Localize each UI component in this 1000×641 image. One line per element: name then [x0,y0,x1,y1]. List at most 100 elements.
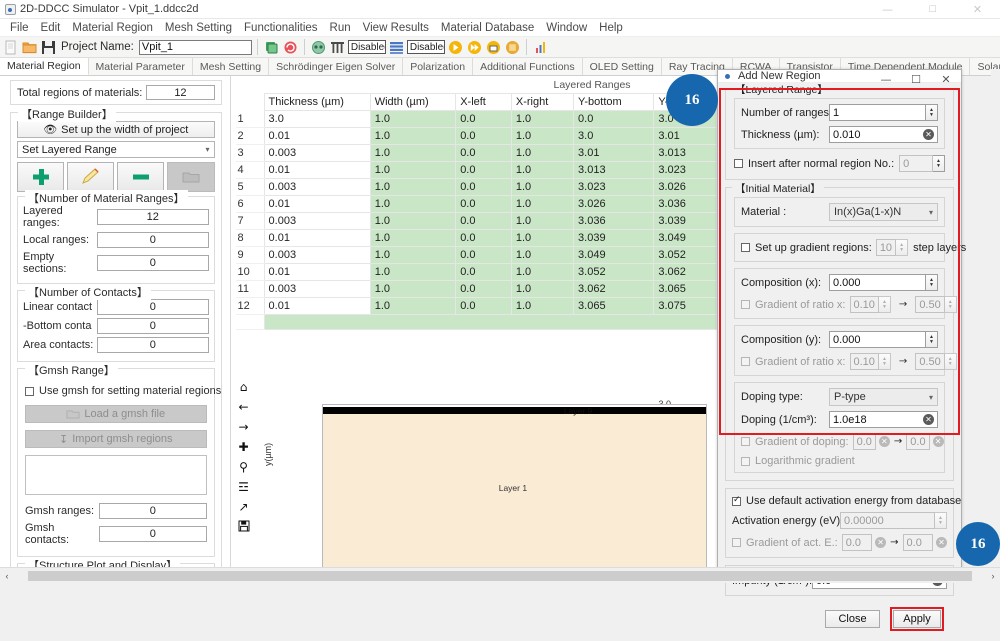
forward-arrow-icon[interactable]: → [239,420,249,434]
cell-ytop[interactable]: 3.026 [653,178,717,196]
gradient-doping-from-wrap[interactable]: 0.0 [852,433,876,450]
cell-ybottom[interactable]: 3.026 [573,195,655,213]
cell-ytop[interactable]: 3.039 [653,212,717,230]
mesh-status-box[interactable]: Disabled [347,40,386,54]
tab-schrodinger-eigen-solver[interactable]: Schrödinger Eigen Solver [269,58,404,75]
clear-icon[interactable]: ✕ [878,436,890,447]
gradient-ratio-y-from[interactable]: 0.10 [849,353,879,370]
gradient-regions-stepper[interactable]: ▲ ▼ [896,239,909,256]
tab-mesh-setting[interactable]: Mesh Setting [193,58,270,75]
menu-file[interactable]: File [4,21,35,35]
cell-xleft[interactable]: 0.0 [455,178,512,196]
thickness-input[interactable]: 0.010 [833,129,861,141]
cell-xright[interactable]: 1.0 [510,297,575,315]
project-name-input[interactable] [138,39,252,55]
folder-range-button[interactable] [167,162,215,192]
cell-xleft[interactable]: 0.0 [455,246,512,264]
table-row[interactable]: 4 0.01 1.0 0.0 1.0 3.013 3.023 [235,161,717,179]
pan-icon[interactable]: ✚ [239,440,249,454]
maximize-button[interactable]: ☐ [910,0,955,19]
scroll-right-icon[interactable]: › [986,571,1000,581]
col-thickness[interactable]: Thickness (µm) [263,93,371,111]
main-vertical-scrollbar[interactable] [991,69,1000,567]
cell-ytop[interactable]: 3.075 [653,297,717,315]
new-file-icon[interactable] [2,39,19,56]
menu-window[interactable]: Window [540,21,593,35]
cell-width[interactable]: 1.0 [369,178,457,196]
material-select[interactable]: In(x)Ga(1-x)N ▾ [829,203,938,221]
cell-width[interactable]: 1.0 [369,110,457,128]
doping-input[interactable]: 1.0e18 [833,414,867,426]
cell-xleft[interactable]: 0.0 [455,212,512,230]
load-gmsh-file-button[interactable]: Load a gmsh file [25,405,207,423]
layered-ranges-table[interactable]: Thickness (µm) Width (µm) X-left X-right… [235,93,717,330]
layers-icon[interactable] [388,39,405,56]
bottom-contact-value[interactable]: 0 [97,318,209,334]
cell-ytop[interactable]: 3.013 [653,144,717,162]
export-icon[interactable] [485,39,502,56]
cell-ybottom[interactable]: 3.062 [573,280,655,298]
gmsh-file-list[interactable] [25,455,207,495]
empty-sections-value[interactable]: 0 [97,255,209,271]
structure-plot-canvas[interactable]: y(µm) 3.0 2.5 2.0 1.5 1.0 0.5 0.0 Layer … [257,374,717,580]
cell-width[interactable]: 1.0 [369,229,457,247]
gradient-ratio-y-checkbox[interactable] [741,357,750,366]
cell-xleft[interactable]: 0.0 [455,110,512,128]
clear-icon[interactable]: ✕ [935,537,947,548]
open-folder-icon[interactable] [21,39,38,56]
close-button[interactable]: ✕ [955,0,1000,19]
table-row[interactable]: 3 0.003 1.0 0.0 1.0 3.01 3.013 [235,144,717,162]
cell-thickness[interactable]: 0.003 [263,144,371,162]
edit-axis-icon[interactable]: ↗ [239,500,249,514]
range-type-select[interactable]: Set Layered Range ▾ [17,141,215,158]
cell-ybottom[interactable]: 3.01 [573,144,655,162]
cell-width[interactable]: 1.0 [369,195,457,213]
close-button[interactable]: Close [825,610,880,628]
menu-help[interactable]: Help [593,21,629,35]
col-xleft[interactable]: X-left [455,93,512,111]
table-row[interactable]: 10 0.01 1.0 0.0 1.0 3.052 3.062 [235,263,717,281]
cell-thickness[interactable]: 0.003 [263,178,371,196]
cell-ybottom[interactable]: 3.039 [573,229,655,247]
gradient-doping-from[interactable]: 0.0 [857,436,872,448]
empty-cell[interactable] [263,314,717,330]
gradient-ratio-x-from-stepper[interactable]: ▲ ▼ [878,296,891,313]
gradient-ratio-y-to-stepper[interactable]: ▲ ▼ [944,353,957,370]
gradient-ratio-x-to[interactable]: 0.50 [915,296,945,313]
cell-width[interactable]: 1.0 [369,297,457,315]
cell-thickness[interactable]: 0.01 [263,263,371,281]
gradient-act-from[interactable]: 0.0 [841,534,873,551]
menu-view-results[interactable]: View Results [357,21,435,35]
cell-xright[interactable]: 1.0 [510,280,575,298]
save-icon[interactable] [238,520,250,532]
cell-xright[interactable]: 1.0 [510,110,575,128]
gradient-regions-input[interactable]: 10 [875,239,897,256]
mesh-icon[interactable] [310,39,327,56]
gmsh-contacts-value[interactable]: 0 [99,526,207,542]
cell-xleft[interactable]: 0.0 [455,263,512,281]
cell-width[interactable]: 1.0 [369,127,457,145]
edit-range-button[interactable] [67,162,115,192]
gradient-ratio-y-to[interactable]: 0.50 [915,353,945,370]
cell-width[interactable]: 1.0 [369,144,457,162]
table-row[interactable]: 1 3.0 1.0 0.0 1.0 0.0 3.0 [235,110,717,128]
cell-ybottom[interactable]: 3.023 [573,178,655,196]
cell-width[interactable]: 1.0 [369,161,457,179]
table-row[interactable]: 11 0.003 1.0 0.0 1.0 3.062 3.065 [235,280,717,298]
col-xright[interactable]: X-right [510,93,575,111]
cell-ytop[interactable]: 3.065 [653,280,717,298]
col-ybottom[interactable]: Y-bottom [573,93,655,111]
gradient-ratio-y-from-stepper[interactable]: ▲ ▼ [878,353,891,370]
insert-after-input[interactable]: 0 [899,155,933,172]
tab-material-region[interactable]: Material Region [0,58,89,75]
activation-energy-input[interactable]: 0.00000 [840,512,935,529]
cell-ytop[interactable]: 3.023 [653,161,717,179]
minimize-button[interactable]: — [865,0,910,19]
area-contacts-value[interactable]: 0 [97,337,209,353]
save-icon[interactable] [40,39,57,56]
cell-thickness[interactable]: 0.003 [263,246,371,264]
cell-width[interactable]: 1.0 [369,246,457,264]
clear-icon[interactable]: ✕ [875,537,887,548]
cell-thickness[interactable]: 0.01 [263,297,371,315]
menu-material-region[interactable]: Material Region [66,21,159,35]
